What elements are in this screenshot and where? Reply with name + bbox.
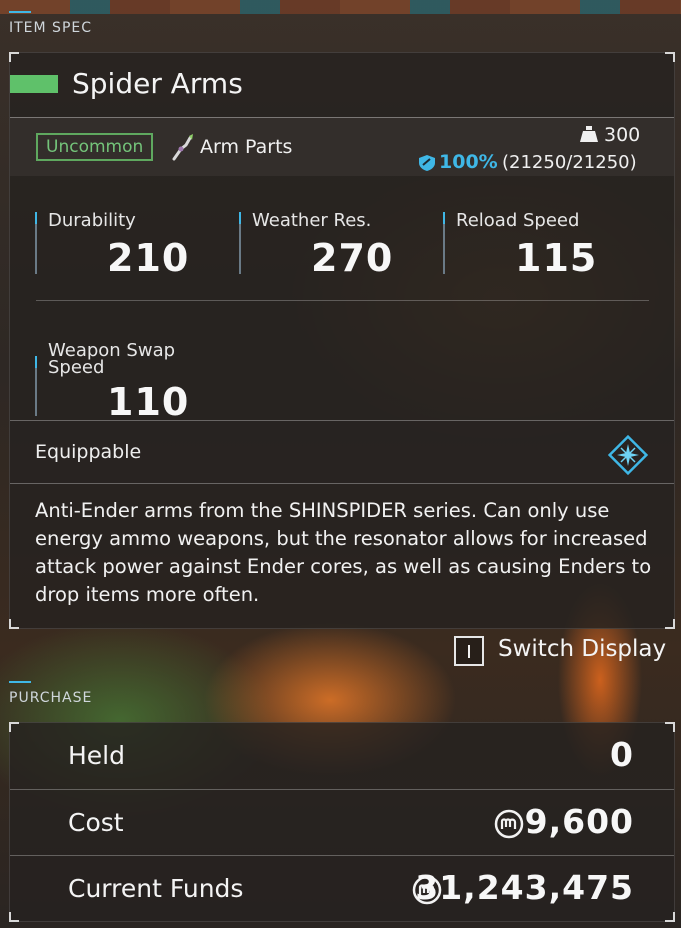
stat-indicator xyxy=(239,212,241,274)
panel-corner xyxy=(9,619,19,629)
stat-indicator xyxy=(443,212,445,274)
equippable-row: Equippable xyxy=(10,420,674,484)
equippable-label: Equippable xyxy=(35,441,142,463)
stat-indicator xyxy=(35,212,37,274)
stat-value: 110 xyxy=(107,380,190,424)
item-name: Spider Arms xyxy=(72,67,243,100)
stat-value: 115 xyxy=(515,236,598,280)
item-title-row: Spider Arms xyxy=(10,53,674,117)
current-funds-value: 31,243,475 xyxy=(415,868,634,907)
shield-icon xyxy=(419,155,435,171)
arm-part-icon xyxy=(172,134,193,161)
stats-divider xyxy=(36,300,649,301)
stat-weather-res: Weather Res. 270 xyxy=(239,208,439,280)
section-tick xyxy=(9,11,31,13)
stat-label: Weather Res. xyxy=(252,210,372,231)
rarity-color-bar xyxy=(10,75,58,93)
cost-value: 9,600 xyxy=(524,802,634,841)
stat-value: 270 xyxy=(311,236,394,280)
held-row: Held 0 xyxy=(10,723,674,789)
switch-display-label[interactable]: Switch Display xyxy=(498,636,666,662)
purchase-panel: Held 0 Cost 9,600 Current Funds 31,243,4… xyxy=(9,722,675,922)
stat-label: Durability xyxy=(48,210,136,231)
coin-icon xyxy=(494,809,524,839)
condition-raw: (21250/21250) xyxy=(502,152,637,173)
category-label: Arm Parts xyxy=(200,136,293,158)
background-top-strip xyxy=(0,0,681,14)
switch-display-key[interactable] xyxy=(454,636,484,666)
stat-weapon-swap-speed: Weapon Swap Speed 110 xyxy=(35,338,235,424)
rarity-badge: Uncommon xyxy=(36,133,154,161)
stat-label: Reload Speed xyxy=(456,210,580,231)
item-meta-row: Uncommon Arm Parts 300 100% (21250/21250… xyxy=(10,117,674,176)
resonator-star-icon[interactable] xyxy=(606,433,650,477)
stat-value: 210 xyxy=(107,236,190,280)
purchase-heading: PURCHASE xyxy=(9,690,93,706)
weight-icon xyxy=(580,126,598,142)
stat-indicator xyxy=(35,356,37,416)
cost-label: Cost xyxy=(68,808,124,837)
item-spec-heading: ITEM SPEC xyxy=(9,20,93,36)
stat-label: Weapon Swap Speed xyxy=(48,340,176,378)
current-funds-row: Current Funds 31,243,475 xyxy=(10,855,674,922)
panel-corner xyxy=(665,619,675,629)
held-label: Held xyxy=(68,741,125,770)
condition-percent: 100% xyxy=(439,151,498,173)
stats-area: Durability 210 Weather Res. 270 Reload S… xyxy=(10,176,674,424)
held-value: 0 xyxy=(610,735,634,774)
stat-reload-speed: Reload Speed 115 xyxy=(443,208,643,280)
item-description: Anti-Ender arms from the SHINSPIDER seri… xyxy=(35,499,652,606)
cost-row: Cost 9,600 xyxy=(10,789,674,856)
weight-value: 300 xyxy=(604,124,641,146)
stat-durability: Durability 210 xyxy=(35,208,235,280)
item-spec-panel: Spider Arms Uncommon Arm Parts 300 100% … xyxy=(9,52,675,629)
section-tick xyxy=(9,681,31,683)
current-funds-label: Current Funds xyxy=(68,874,244,903)
